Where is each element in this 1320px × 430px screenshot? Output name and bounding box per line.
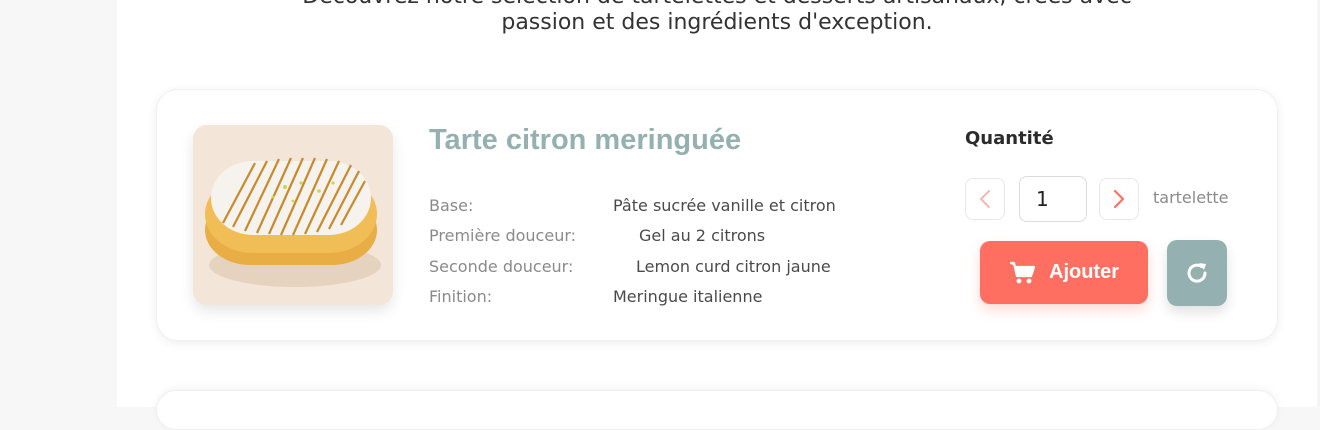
spec-value-premiere-douceur: Gel au 2 citrons [639, 226, 766, 245]
shopping-cart-icon [1010, 261, 1036, 283]
lemon-tart-illustration [193, 125, 393, 305]
spec-value-base: Pâte sucrée vanille et citron [613, 196, 836, 215]
quantity-decrease-button[interactable] [965, 178, 1005, 220]
quantity-input[interactable] [1019, 176, 1087, 222]
quantity-label: Quantité [965, 128, 1054, 149]
spec-value-seconde-douceur: Lemon curd citron jaune [636, 257, 831, 276]
chevron-right-icon [1113, 189, 1125, 209]
reset-button[interactable] [1167, 240, 1227, 306]
chevron-left-icon [980, 190, 990, 208]
spec-value-finition: Meringue italienne [613, 287, 763, 306]
refresh-icon [1187, 263, 1207, 283]
product-image [193, 125, 393, 305]
product-title: Tarte citron meringuée [429, 124, 742, 156]
add-to-cart-label: Ajouter [1049, 261, 1119, 283]
add-to-cart-button[interactable]: Ajouter [980, 241, 1148, 304]
quantity-increase-button[interactable] [1099, 178, 1139, 220]
intro-text-line-2: passion et des ingrédients d'exception. [501, 10, 933, 35]
spec-label-base: Base: [429, 196, 474, 215]
next-product-card [156, 390, 1278, 430]
spec-label-premiere-douceur: Première douceur: [429, 226, 577, 245]
intro-text-line-1: Découvrez notre sélection de tartelettes… [117, 0, 1317, 9]
product-card: Tarte citron meringuée Base: Pâte sucrée… [156, 89, 1278, 341]
spec-label-seconde-douceur: Seconde douceur: [429, 257, 574, 276]
quantity-unit: tartelette [1153, 188, 1229, 207]
spec-label-finition: Finition: [429, 287, 493, 306]
